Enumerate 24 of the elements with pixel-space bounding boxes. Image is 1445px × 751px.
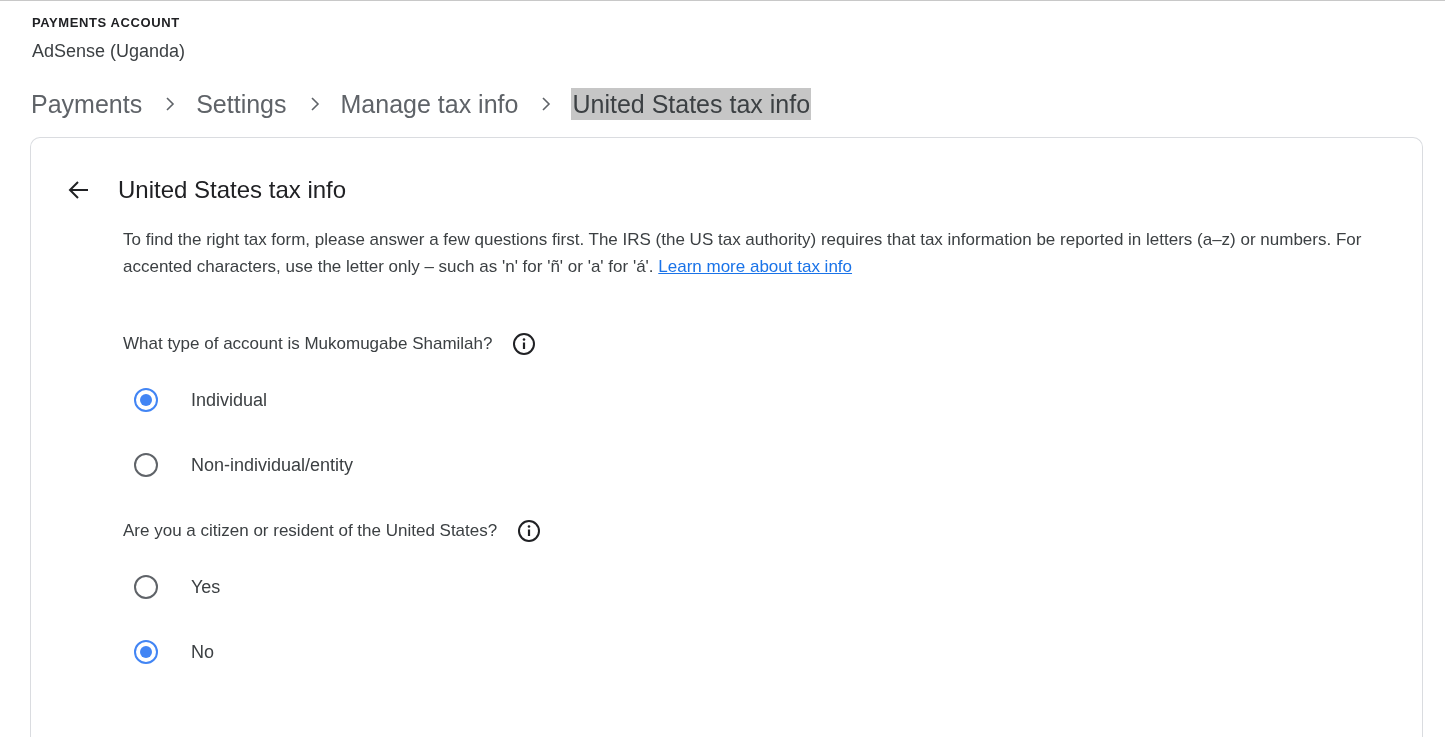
radio-button[interactable] [134,640,158,664]
info-icon[interactable] [517,519,542,543]
breadcrumb-link[interactable]: United States tax info [571,88,812,120]
option-label[interactable]: Yes [191,576,221,598]
option-label[interactable]: Non-individual/entity [191,454,354,476]
section-label: PAYMENTS ACCOUNT [32,15,180,30]
breadcrumb-link[interactable]: Payments [30,88,144,120]
question-label: Are you a citizen or resident of the United States? [123,521,498,541]
question-label: What type of account is Mukomugabe Shamilah? [123,334,493,354]
radio-button[interactable] [134,575,158,599]
learn-more-link[interactable]: Learn more about tax info [658,257,853,276]
option-label[interactable]: No [191,641,214,663]
chevron-right-icon [165,97,176,111]
account-name: AdSense (Uganda) [32,41,186,62]
info-icon[interactable] [512,332,537,356]
card-title: United States tax info [118,176,347,204]
breadcrumb-link[interactable]: Settings [195,88,288,120]
radio-button[interactable] [134,388,158,412]
intro-paragraph: To find the right tax form, please answer a few questions first. The IRS (the US tax authority) requires that tax information be reported in letters (a–z) or numbers. For accented characters, use the letter only – such as 'n' for 'ñ' or 'a' for 'á'. Learn more about tax info [123,229,1363,278]
chevron-right-icon [541,97,552,111]
chevron-right-icon [309,97,320,111]
breadcrumb-link[interactable]: Manage tax info [339,88,520,120]
option-label[interactable]: Individual [191,389,268,411]
radio-button[interactable] [134,453,158,477]
